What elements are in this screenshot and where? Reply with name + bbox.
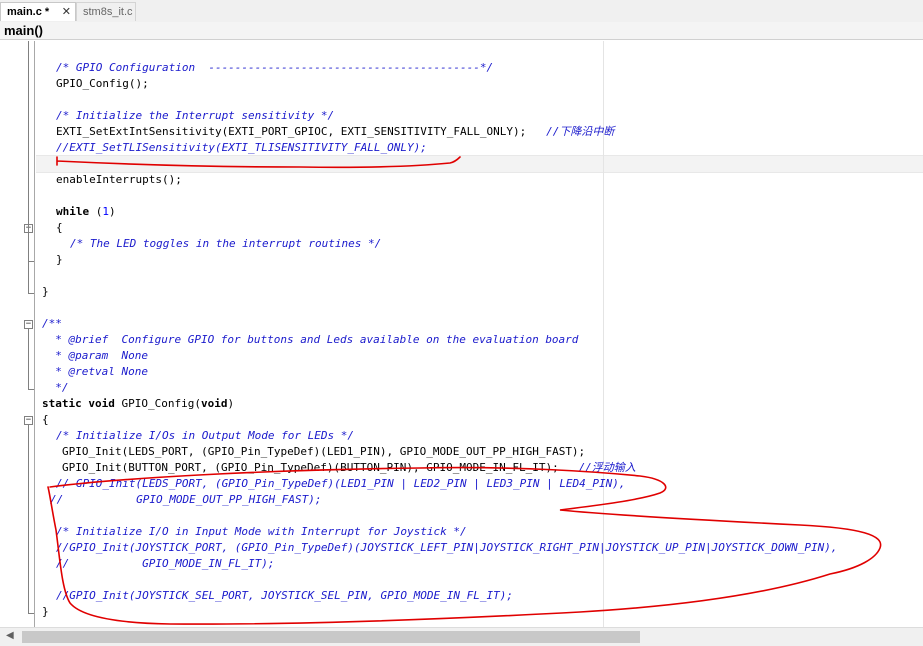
code-segment: EXTI_SetExtIntSensitivity(EXTI_PORT_GPIO… [56,125,547,138]
code-line: // GPIO_MODE_OUT_PP_HIGH_FAST); [50,493,322,506]
fold-line [28,425,29,613]
code-line: { [42,413,49,426]
keyword: void [200,397,228,410]
code-line: enableInterrupts(); [56,173,182,186]
code-line: /* Initialize the Interrupt sensitivity … [56,109,335,122]
code-line: EXTI_SetExtIntSensitivity(EXTI_PORT_GPIO… [42,124,614,140]
code-line: // GPIO_Init(LEDS_PORT, (GPIO_Pin_TypeDe… [56,477,626,490]
code-line: /* GPIO Configuration ------------------… [56,61,494,74]
code-segment: ) [227,397,235,410]
code-line: /* Initialize I/Os in Output Mode for LE… [56,429,355,442]
tab-stm8s-it-c-label: stm8s_it.c [83,6,133,18]
keyword: void [88,397,115,410]
code-comment: //浮动输入 [578,461,636,474]
code-line: GPIO_Init(BUTTON_PORT, (GPIO_Pin_TypeDef… [42,460,636,476]
code-line: GPIO_Config(); [56,77,149,90]
code-segment: GPIO_Config( [114,397,201,410]
tab-main-c[interactable]: main.c * ✕ [0,2,76,21]
fold-end-marker [28,293,34,294]
code-comment: //下降沿中断 [546,125,615,138]
editor-tab-bar: main.c * ✕ stm8s_it.c [0,0,923,23]
fold-toggle-icon[interactable]: − [24,416,33,425]
code-line: } [42,605,49,618]
code-line: * @param None [42,349,148,362]
code-line: /* The LED toggles in the interrupt rout… [70,237,382,250]
code-line: * @retval None [42,365,148,378]
tab-main-c-label: main.c * [7,6,50,18]
code-line: //EXTI_SetTLISensitivity(EXTI_TLISENSITI… [56,141,427,154]
code-segment: ( [89,205,103,218]
code-line: GPIO_Init(LEDS_PORT, (GPIO_Pin_TypeDef)(… [62,445,586,458]
horizontal-scrollbar[interactable]: ◀ [0,627,923,646]
fold-line [28,41,29,293]
code-line: } [56,253,63,266]
scroll-left-arrow-icon[interactable]: ◀ [6,630,14,641]
keyword: static [42,397,82,410]
code-segment: GPIO_Init(BUTTON_PORT, (GPIO_Pin_TypeDef… [62,461,579,474]
code-line: //GPIO_Init(JOYSTICK_SEL_PORT, JOYSTICK_… [56,589,513,602]
fold-gutter-divider [34,41,35,627]
fold-end-marker [28,389,34,390]
current-function-label: main() [4,23,43,38]
fold-toggle-icon[interactable]: − [24,320,33,329]
code-line: //GPIO_Init(JOYSTICK_PORT, (GPIO_Pin_Typ… [56,541,838,554]
code-segment: ) [109,205,116,218]
keyword: while [56,205,90,218]
code-line: */ [42,381,69,394]
function-navigator[interactable]: main() [0,22,923,40]
code-line: /** [42,317,62,330]
fold-end-marker [28,613,34,614]
code-editor[interactable]: − − − /* GPIO Configuration ------------… [0,41,923,627]
code-line: static void GPIO_Config(void) [42,396,234,412]
code-line: /* Initialize I/O in Input Mode with Int… [56,525,467,538]
code-line: { [56,221,63,234]
code-line: * @brief Configure GPIO for buttons and … [42,333,579,346]
code-line: // GPIO_MODE_IN_FL_IT); [56,557,275,570]
close-tab-icon[interactable]: ✕ [62,3,71,22]
scrollbar-thumb[interactable] [22,631,640,643]
code-line: } [42,285,49,298]
fold-line [28,329,29,389]
number-literal: 1 [102,205,109,218]
tab-stm8s-it-c[interactable]: stm8s_it.c [76,2,136,21]
code-line: while (1) [42,204,116,220]
current-line-highlight [36,155,923,173]
